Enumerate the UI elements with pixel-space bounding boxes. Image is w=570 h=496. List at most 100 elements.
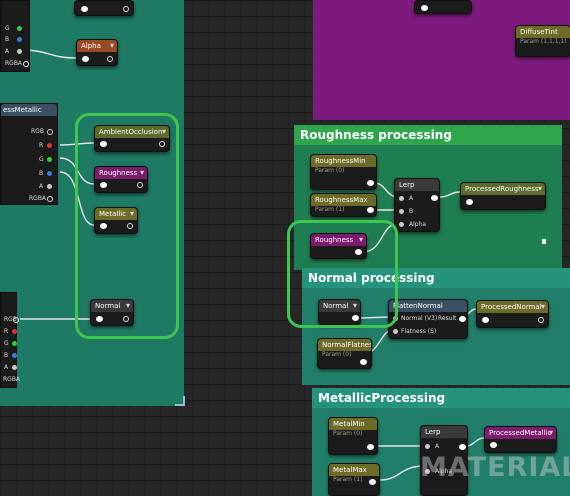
pin-b[interactable] — [399, 209, 404, 214]
pin-a[interactable] — [425, 444, 430, 449]
pin-a-2[interactable] — [12, 365, 17, 370]
roughness-max-title[interactable]: RoughnessMax — [311, 194, 376, 206]
roughness-min-param: Param (0) — [315, 167, 345, 174]
alpha-parameter-node[interactable]: Alpha ▾ — [76, 39, 118, 66]
pin-label-rgba-2: RGBA — [3, 376, 21, 383]
pin-label-b-2: B — [4, 352, 9, 359]
pin-r[interactable] — [47, 143, 52, 148]
roughness-min-title[interactable]: RoughnessMin — [311, 155, 376, 167]
diffuse-tint-title[interactable]: DiffuseTint — [516, 26, 570, 38]
normal-flatness-param: Param (0) — [322, 351, 352, 358]
normal-texture-node[interactable]: RGB R G B A RGBA — [0, 292, 21, 388]
lerp-metal-title[interactable]: Lerp — [421, 426, 467, 438]
chevron-down-icon[interactable]: ▾ — [110, 40, 114, 52]
lerp-metal-pin-a-label: A — [435, 443, 440, 450]
mask-node-title[interactable]: essMetallic — [1, 104, 57, 116]
processed-metallic-label: ProcessedMetallic — [489, 429, 552, 437]
processed-roughness-title[interactable]: ProcessedRoughness ▾ — [461, 183, 545, 195]
pin-g-2[interactable] — [12, 341, 17, 346]
metal-max-node[interactable]: MetalMax Param (1) — [328, 463, 380, 496]
pin-label-g: G — [39, 156, 44, 163]
processed-metallic-node[interactable]: ProcessedMetallic ▾ — [484, 426, 557, 453]
mask-texture-node[interactable]: essMetallic RGB R G B A RGBA — [0, 103, 58, 205]
pin-b-2[interactable] — [12, 353, 17, 358]
pin-label-b-top: B — [5, 36, 10, 43]
pin-a[interactable] — [47, 184, 52, 189]
pin-rgb-2[interactable] — [13, 317, 19, 323]
flatten-pin-result-label: Result — [438, 315, 457, 322]
pin-label-b: B — [39, 170, 44, 177]
diffuse-tint-node[interactable]: DiffuseTint Param (1,1,1,1) — [515, 25, 570, 57]
lerp-pin-b-label: B — [409, 208, 414, 215]
top-node-right[interactable] — [414, 0, 472, 14]
pin-label-g-2: G — [4, 340, 9, 347]
processed-metallic-title[interactable]: ProcessedMetallic ▾ — [485, 427, 556, 439]
pin-in[interactable] — [482, 317, 489, 323]
chevron-down-icon[interactable]: ▾ — [538, 183, 542, 195]
roughness-max-node[interactable]: RoughnessMax Param (1) — [310, 193, 377, 217]
wire-lerp-metal-out — [465, 437, 485, 447]
flatten-normal-title[interactable]: FlattenNormal — [389, 300, 467, 312]
mouse-cursor — [542, 239, 546, 244]
pin-b[interactable] — [47, 171, 52, 176]
processed-roughness-node[interactable]: ProcessedRoughness ▾ — [460, 182, 546, 210]
pin-label-r-2: R — [4, 328, 9, 335]
pin-in[interactable] — [81, 6, 88, 12]
chevron-down-icon[interactable]: ▾ — [541, 301, 545, 313]
metal-max-title[interactable]: MetalMax — [329, 464, 379, 476]
pin-a-top[interactable] — [17, 49, 22, 54]
normal-flatness-title[interactable]: NormalFlatness — [318, 339, 371, 351]
pin-label-rgba: RGBA — [29, 195, 47, 202]
pin-label-a-2: A — [4, 364, 9, 371]
pin-in[interactable] — [466, 199, 473, 205]
metal-min-param: Param (0) — [333, 430, 363, 437]
processed-normal-label: ProcessedNormal — [481, 303, 542, 311]
highlight-ring-right — [287, 220, 398, 328]
pin-g[interactable] — [47, 157, 52, 162]
processed-normal-node[interactable]: ProcessedNormal ▾ — [476, 300, 549, 328]
pin-out[interactable] — [123, 6, 129, 12]
roughness-min-node[interactable]: RoughnessMin Param (0) — [310, 154, 377, 190]
pin-rgba[interactable] — [47, 196, 53, 202]
top-texture-node[interactable]: G B A RGBA — [0, 0, 30, 72]
lerp-roughness-node[interactable]: Lerp A B Alpha — [394, 178, 440, 232]
normal-flatness-node[interactable]: NormalFlatness Param (0) — [317, 338, 372, 369]
pin-out[interactable] — [459, 444, 466, 450]
pin-out[interactable] — [431, 195, 438, 201]
pin-in[interactable] — [421, 5, 428, 11]
pin-out[interactable] — [459, 316, 466, 322]
metal-min-title[interactable]: MetalMin — [329, 418, 377, 430]
pin-in[interactable] — [490, 442, 497, 448]
alpha-node-title[interactable]: Alpha ▾ — [77, 40, 117, 52]
graph-canvas[interactable]: Roughness processing Normal processing M… — [0, 0, 570, 496]
pin-a[interactable] — [399, 196, 404, 201]
diffuse-tint-param: Param (1,1,1,1) — [520, 38, 567, 45]
wire-lerp-out — [439, 191, 461, 198]
pin-out[interactable] — [369, 479, 376, 485]
pin-g-top[interactable] — [17, 26, 22, 31]
pin-flatness[interactable] — [393, 329, 398, 334]
pin-label-a: A — [39, 183, 44, 190]
pin-in[interactable] — [82, 56, 89, 62]
chevron-down-icon[interactable]: ▾ — [549, 427, 553, 439]
processed-normal-title[interactable]: ProcessedNormal ▾ — [477, 301, 548, 313]
pin-rgb[interactable] — [47, 129, 53, 135]
pin-out[interactable] — [367, 180, 374, 186]
lerp-roughness-title[interactable]: Lerp — [395, 179, 439, 191]
pin-rgba-top[interactable] — [23, 61, 29, 67]
pin-out[interactable] — [367, 207, 374, 213]
pin-out[interactable] — [538, 317, 544, 323]
alpha-node-label: Alpha — [81, 42, 101, 50]
pin-out[interactable] — [360, 359, 367, 365]
pin-out[interactable] — [367, 444, 374, 450]
pin-b-top[interactable] — [17, 37, 22, 42]
pin-r-2[interactable] — [12, 329, 17, 334]
lerp-pin-alpha-label: Alpha — [409, 221, 427, 228]
flatten-normal-node[interactable]: FlattenNormal Normal (V3) Flatness (S) R… — [388, 299, 468, 339]
top-node-left[interactable] — [74, 0, 134, 16]
pin-out[interactable] — [107, 56, 113, 62]
metal-min-node[interactable]: MetalMin Param (0) — [328, 417, 378, 455]
pin-label-rgba-top: RGBA — [5, 60, 23, 67]
pin-alpha[interactable] — [399, 222, 404, 227]
highlight-ring-left — [75, 113, 179, 339]
